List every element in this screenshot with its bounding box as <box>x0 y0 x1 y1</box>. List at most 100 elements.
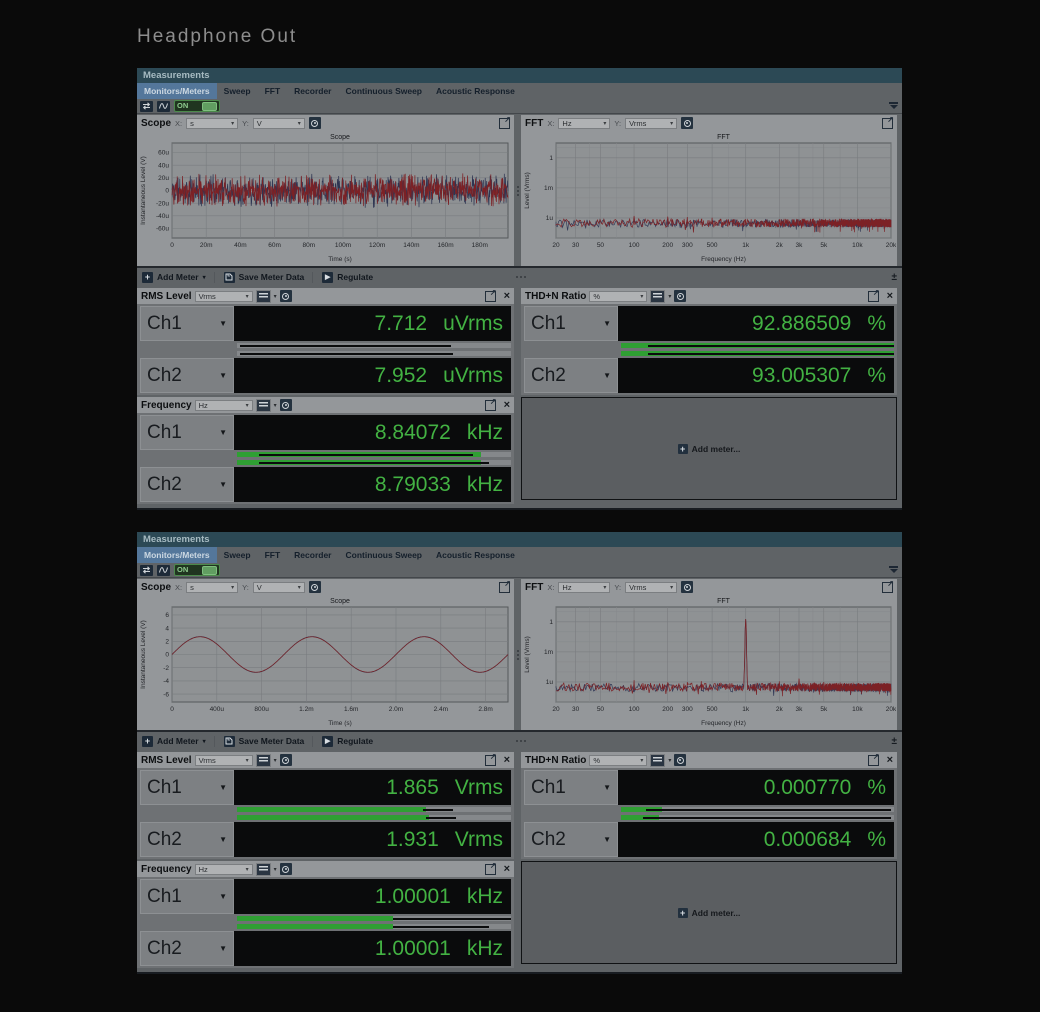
collapse-meters-icon[interactable]: ± <box>892 736 898 747</box>
scope-x-combo[interactable]: s▾ <box>186 118 238 129</box>
frequency-ch2-selector[interactable]: Ch2▼ <box>140 931 234 966</box>
rms-ch1-selector[interactable]: Ch1▼ <box>140 306 234 341</box>
scope-y-combo[interactable]: V▾ <box>253 118 305 129</box>
rms-ch1-selector[interactable]: Ch1▼ <box>140 770 234 805</box>
thd-ch2-selector[interactable]: Ch2▼ <box>524 822 618 857</box>
thd-ch2-selector[interactable]: Ch2▼ <box>524 358 618 393</box>
thd-unit-combo[interactable]: %▾ <box>589 291 647 302</box>
window-titlebar[interactable]: Measurements <box>137 68 902 83</box>
regulate-button[interactable]: ▶ Regulate <box>312 736 381 747</box>
fft-chart[interactable]: 2030501002003005001k2k3k5k10k20k11m1uFFT… <box>522 595 896 728</box>
pin-panel-icon[interactable] <box>889 566 898 574</box>
frequency-settings-icon[interactable] <box>280 399 292 411</box>
waveform-icon[interactable] <box>157 101 170 112</box>
fft-popout-icon[interactable] <box>882 582 893 593</box>
rms-close-icon[interactable]: × <box>504 291 510 302</box>
add-meter-button[interactable]: + Add Meter ▾ <box>142 736 214 747</box>
add-meter-placeholder[interactable]: + Add meter... <box>521 397 897 500</box>
tab-fft[interactable]: FFT <box>258 83 288 99</box>
frequency-popout-icon[interactable] <box>485 864 496 875</box>
tab-sweep[interactable]: Sweep <box>217 547 258 563</box>
meter-style-icon[interactable] <box>256 754 271 767</box>
rms-popout-icon[interactable] <box>485 291 496 302</box>
tab-acoustic-response[interactable]: Acoustic Response <box>429 547 522 563</box>
thd-settings-icon[interactable] <box>674 754 686 766</box>
scope-popout-icon[interactable] <box>499 118 510 129</box>
fft-settings-icon[interactable] <box>681 117 693 129</box>
on-toggle[interactable]: ON <box>174 100 220 112</box>
fft-chart[interactable]: 2030501002003005001k2k3k5k10k20k11m1uFFT… <box>522 131 896 264</box>
meters-splitter-handle[interactable] <box>516 276 518 278</box>
add-meter-placeholder[interactable]: + Add meter... <box>521 861 897 964</box>
fft-y-combo[interactable]: Vrms▾ <box>625 118 677 129</box>
scope-x-combo[interactable]: s▾ <box>186 582 238 593</box>
tab-recorder[interactable]: Recorder <box>287 83 338 99</box>
rms-unit-combo[interactable]: Vrms▾ <box>195 291 253 302</box>
meters-column-splitter[interactable] <box>514 752 521 970</box>
meter-style-icon[interactable] <box>256 863 271 876</box>
regulate-button[interactable]: ▶ Regulate <box>312 272 381 283</box>
frequency-unit-combo[interactable]: Hz▾ <box>195 400 253 411</box>
meter-style-icon[interactable] <box>256 399 271 412</box>
rms-settings-icon[interactable] <box>280 754 292 766</box>
tab-monitors-meters[interactable]: Monitors/Meters <box>137 83 217 99</box>
thd-popout-icon[interactable] <box>868 755 879 766</box>
thd-close-icon[interactable]: × <box>887 755 893 766</box>
scope-y-combo[interactable]: V▾ <box>253 582 305 593</box>
scope-settings-icon[interactable] <box>309 581 321 593</box>
pin-panel-icon[interactable] <box>889 102 898 110</box>
frequency-unit-combo[interactable]: Hz▾ <box>195 864 253 875</box>
rms-unit-combo[interactable]: Vrms▾ <box>195 755 253 766</box>
rms-ch2-selector[interactable]: Ch2▼ <box>140 358 234 393</box>
frequency-ch1-selector[interactable]: Ch1▼ <box>140 415 234 450</box>
window-titlebar[interactable]: Measurements <box>137 532 902 547</box>
add-meter-button[interactable]: + Add Meter ▾ <box>142 272 214 283</box>
swap-channels-icon[interactable] <box>140 101 153 112</box>
tab-monitors-meters[interactable]: Monitors/Meters <box>137 547 217 563</box>
chart-splitter[interactable] <box>514 579 521 730</box>
meter-style-icon[interactable] <box>650 754 665 767</box>
fft-y-combo[interactable]: Vrms▾ <box>625 582 677 593</box>
swap-channels-icon[interactable] <box>140 565 153 576</box>
frequency-close-icon[interactable]: × <box>504 400 510 411</box>
meter-style-icon[interactable] <box>256 290 271 303</box>
tab-acoustic-response[interactable]: Acoustic Response <box>429 83 522 99</box>
tab-continuous-sweep[interactable]: Continuous Sweep <box>339 83 430 99</box>
thd-ch1-selector[interactable]: Ch1▼ <box>524 770 618 805</box>
on-toggle[interactable]: ON <box>174 564 220 576</box>
rms-popout-icon[interactable] <box>485 755 496 766</box>
rms-close-icon[interactable]: × <box>504 755 510 766</box>
thd-settings-icon[interactable] <box>674 290 686 302</box>
waveform-icon[interactable] <box>157 565 170 576</box>
scope-chart[interactable]: 020m40m60m80m100m120m140m160m180m60u40u2… <box>138 131 513 264</box>
fft-settings-icon[interactable] <box>681 581 693 593</box>
collapse-meters-icon[interactable]: ± <box>892 272 898 283</box>
scope-chart[interactable]: 0400u800u1.2m1.6m2.0m2.4m2.8m6420-2-4-6S… <box>138 595 513 728</box>
fft-popout-icon[interactable] <box>882 118 893 129</box>
rms-settings-icon[interactable] <box>280 290 292 302</box>
meters-column-splitter[interactable] <box>514 288 521 506</box>
frequency-ch2-selector[interactable]: Ch2▼ <box>140 467 234 502</box>
scope-popout-icon[interactable] <box>499 582 510 593</box>
fft-x-combo[interactable]: Hz▾ <box>558 118 610 129</box>
tab-recorder[interactable]: Recorder <box>287 547 338 563</box>
thd-unit-combo[interactable]: %▾ <box>589 755 647 766</box>
scope-settings-icon[interactable] <box>309 117 321 129</box>
fft-x-combo[interactable]: Hz▾ <box>558 582 610 593</box>
tab-sweep[interactable]: Sweep <box>217 83 258 99</box>
frequency-popout-icon[interactable] <box>485 400 496 411</box>
save-meter-data-button[interactable]: Save Meter Data <box>214 736 313 747</box>
chart-splitter[interactable] <box>514 115 521 266</box>
frequency-close-icon[interactable]: × <box>504 864 510 875</box>
save-meter-data-button[interactable]: Save Meter Data <box>214 272 313 283</box>
rms-ch2-selector[interactable]: Ch2▼ <box>140 822 234 857</box>
thd-ch1-selector[interactable]: Ch1▼ <box>524 306 618 341</box>
tab-continuous-sweep[interactable]: Continuous Sweep <box>339 547 430 563</box>
thd-popout-icon[interactable] <box>868 291 879 302</box>
meters-splitter-handle[interactable] <box>516 740 518 742</box>
tab-fft[interactable]: FFT <box>258 547 288 563</box>
thd-close-icon[interactable]: × <box>887 291 893 302</box>
meter-style-icon[interactable] <box>650 290 665 303</box>
frequency-settings-icon[interactable] <box>280 863 292 875</box>
frequency-ch1-selector[interactable]: Ch1▼ <box>140 879 234 914</box>
